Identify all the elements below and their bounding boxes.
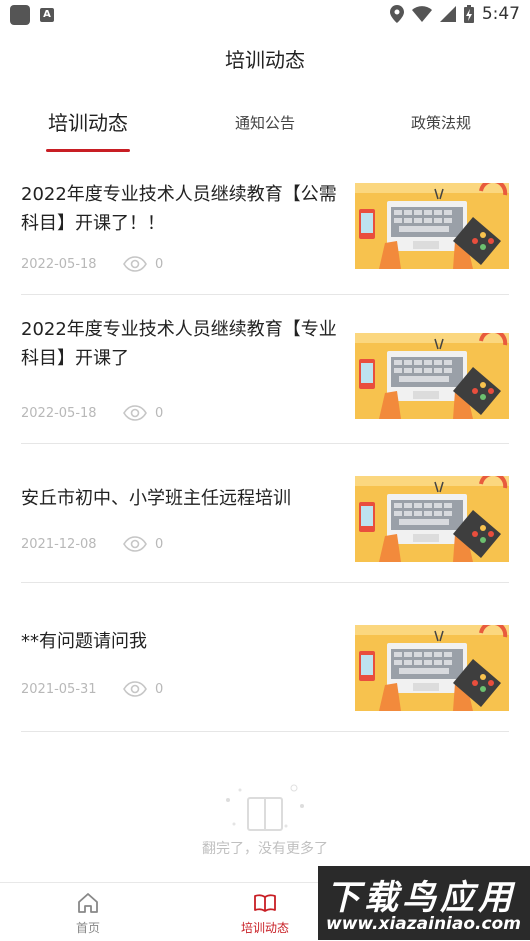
tab-label: 培训动态 [48, 111, 128, 135]
nav-training-news[interactable]: 培训动态 [225, 891, 305, 936]
tab-label: 通知公告 [234, 114, 295, 132]
notification-a-icon: A [40, 8, 54, 22]
watermark-url: www.xiazainiao.com [326, 914, 521, 934]
article-thumbnail [355, 476, 509, 562]
tab-label: 政策法规 [410, 114, 471, 132]
location-icon [389, 5, 404, 23]
eye-icon [123, 256, 147, 272]
article-date: 2021-12-08 [21, 536, 97, 552]
article-thumbnail [355, 183, 509, 269]
list-item[interactable]: 安丘市初中、小学班主任远程培训 2021-12-08 0 [21, 444, 509, 583]
battery-charging-icon [463, 5, 474, 23]
list-item[interactable]: 2022年度专业技术人员继续教育【专业科目】开课了 2022-05-18 0 [21, 295, 509, 444]
article-list: 2022年度专业技术人员继续教育【公需科目】开课了！！ 2022-05-18 0… [21, 160, 509, 732]
view-count: 0 [155, 256, 164, 272]
article-meta: 2021-12-08 0 [21, 536, 163, 552]
empty-book-icon [226, 784, 304, 831]
end-of-list: 翻完了，没有更多了 [0, 780, 530, 860]
notification-icon [10, 5, 30, 25]
article-date: 2021-05-31 [21, 681, 97, 697]
nav-label: 培训动态 [240, 921, 289, 935]
eye-icon [123, 405, 147, 421]
signal-icon [439, 6, 456, 22]
eye-icon [123, 536, 147, 552]
eye-icon [123, 681, 147, 697]
page-title: 培训动态 [225, 48, 305, 72]
article-title: **有问题请问我 [21, 631, 147, 652]
article-title: 2022年度专业技术人员继续教育【公需科目】开课了！！ [21, 184, 337, 234]
article-meta: 2022-05-18 0 [21, 256, 163, 272]
view-count: 0 [155, 405, 164, 421]
article-thumbnail [355, 333, 509, 419]
list-item[interactable]: **有问题请问我 2021-05-31 0 [21, 583, 509, 732]
watermark: 下载鸟应用 www.xiazainiao.com [318, 866, 530, 940]
article-date: 2022-05-18 [21, 256, 97, 272]
book-icon [254, 894, 276, 912]
tab-bar: 培训动态 通知公告 政策法规 [0, 100, 530, 152]
nav-home[interactable]: 首页 [48, 891, 128, 936]
status-bar: A 5:47 [0, 0, 530, 30]
tab-notices[interactable]: 通知公告 [225, 100, 305, 152]
view-count: 0 [155, 536, 164, 552]
article-date: 2022-05-18 [21, 405, 97, 421]
end-message: 翻完了，没有更多了 [202, 841, 328, 857]
view-count: 0 [155, 681, 164, 697]
article-thumbnail [355, 625, 509, 711]
tab-policies[interactable]: 政策法规 [401, 100, 481, 152]
list-item[interactable]: 2022年度专业技术人员继续教育【公需科目】开课了！！ 2022-05-18 0 [21, 160, 509, 295]
watermark-title: 下载鸟应用 [326, 878, 516, 918]
article-title: 2022年度专业技术人员继续教育【专业科目】开课了 [21, 319, 337, 369]
nav-label: 首页 [75, 921, 100, 935]
article-title: 安丘市初中、小学班主任远程培训 [21, 488, 291, 509]
home-icon [78, 893, 98, 913]
article-meta: 2022-05-18 0 [21, 405, 163, 421]
tab-active-indicator [46, 149, 130, 152]
tab-training-news[interactable]: 培训动态 [46, 100, 130, 152]
article-meta: 2021-05-31 0 [21, 681, 163, 697]
wifi-icon [411, 6, 432, 22]
status-time: 5:47 [481, 4, 520, 24]
